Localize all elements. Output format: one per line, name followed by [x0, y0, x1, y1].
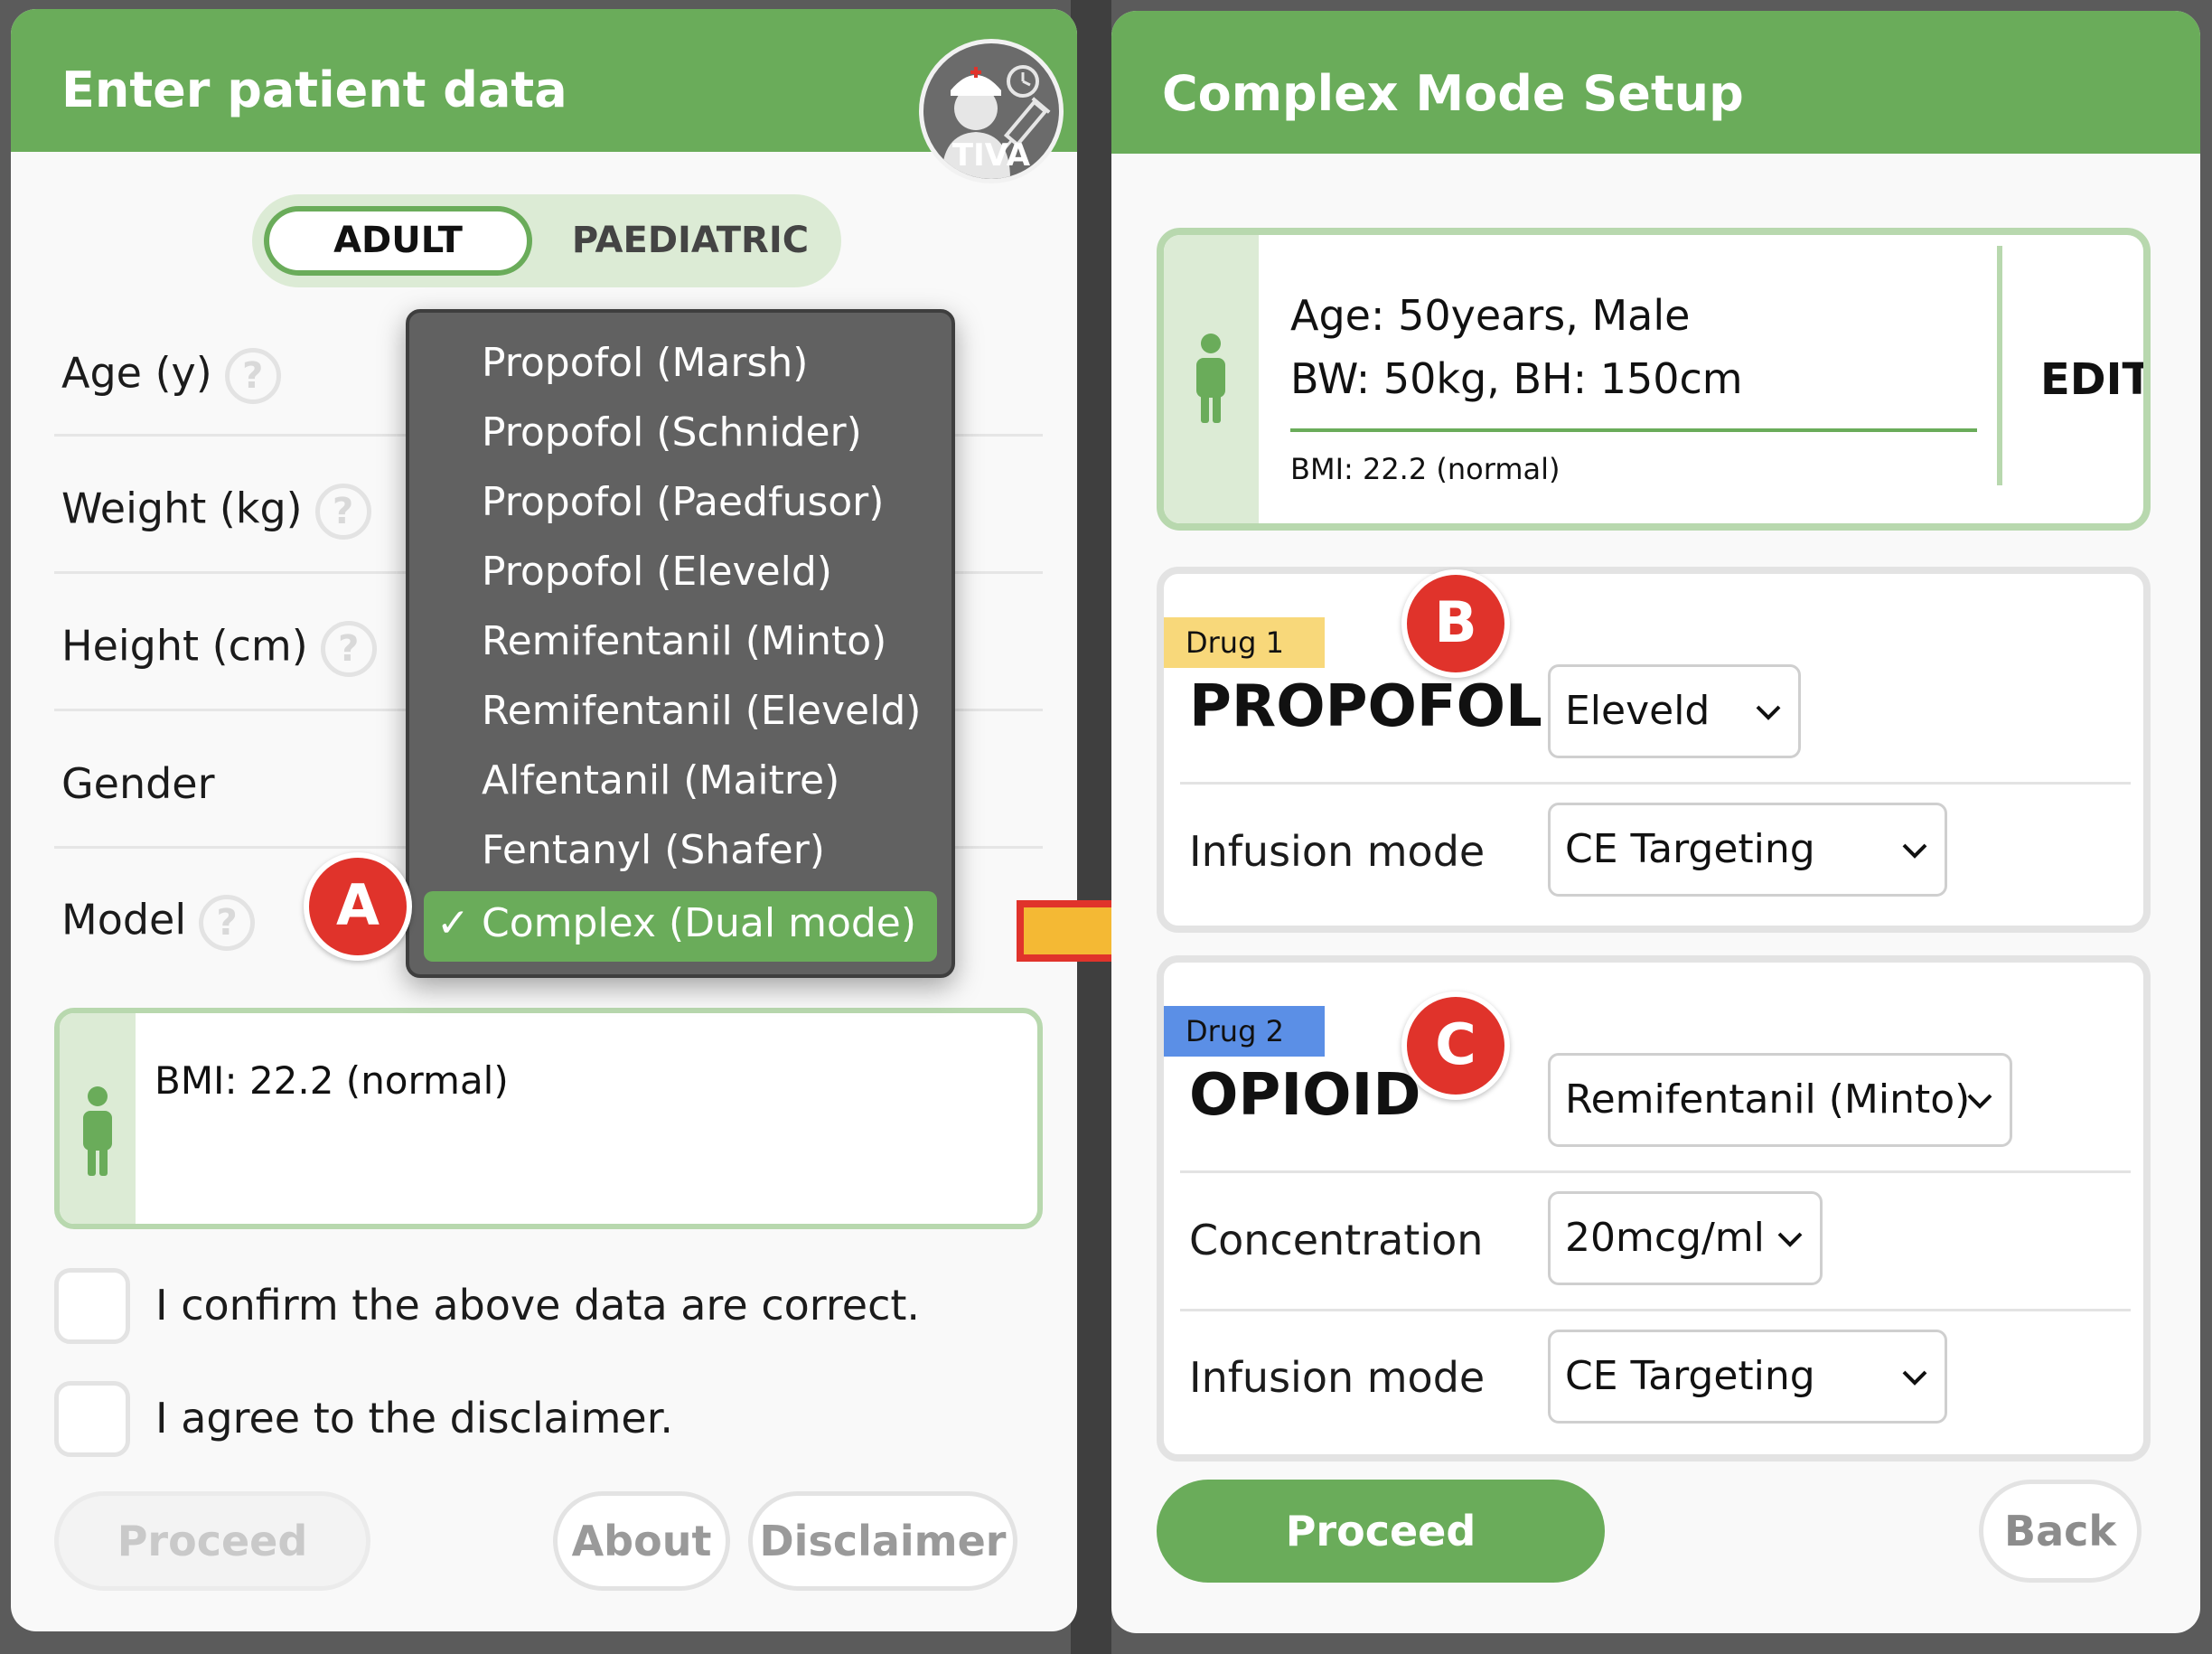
back-button[interactable]: Back — [1979, 1480, 2142, 1583]
drug2-model-value: Remifentanil (Minto) — [1565, 1076, 1971, 1123]
dropdown-option[interactable]: Propofol (Marsh) — [482, 340, 808, 386]
model-field-row: Model? — [61, 895, 256, 951]
disclaimer-checkbox[interactable] — [54, 1381, 130, 1457]
proceed-button[interactable]: Proceed — [1157, 1480, 1605, 1583]
drug2-card: Drug 2 OPIOID Remifentanil (Minto) Conce… — [1157, 955, 2151, 1461]
drug2-tag: Drug 2 — [1164, 1006, 1325, 1057]
drug1-infusion-select[interactable]: CE Targeting — [1548, 803, 1947, 897]
confirm-checkbox[interactable] — [54, 1268, 130, 1344]
chevron-down-icon — [1756, 705, 1781, 720]
drug2-concentration-value: 20mcg/ml — [1565, 1215, 1765, 1261]
annotation-badge-c: C — [1401, 991, 1510, 1100]
panel-header: Enter patient data — [11, 9, 1077, 152]
page-title: Complex Mode Setup — [1162, 65, 1744, 122]
tiva-logo: TIVA — [919, 39, 1064, 183]
drug1-infusion-value: CE Targeting — [1565, 826, 1815, 872]
chevron-down-icon — [1902, 843, 1927, 859]
drug1-card: Drug 1 PROPOFOL Eleveld Infusion mode CE… — [1157, 567, 2151, 933]
patient-summary-card: Age: 50years, Male BW: 50kg, BH: 150cm B… — [1157, 228, 2151, 531]
disclaimer-agree-label: I agree to the disclaimer. — [155, 1394, 674, 1443]
person-icon — [1196, 334, 1225, 423]
dropdown-option[interactable]: Propofol (Paedfusor) — [482, 479, 884, 525]
model-help-icon[interactable]: ? — [199, 895, 256, 951]
adult-toggle-button[interactable]: ADULT — [264, 206, 532, 276]
height-label: Height (cm) — [61, 621, 308, 671]
age-group-toggle: ADULT PAEDIATRIC — [252, 194, 841, 287]
dropdown-option[interactable]: Propofol (Eleveld) — [482, 549, 832, 595]
dropdown-option[interactable]: Remifentanil (Eleveld) — [482, 688, 921, 734]
weight-field-row: Weight (kg)? — [61, 484, 371, 540]
drug1-tag: Drug 1 — [1164, 617, 1325, 668]
drug2-concentration-select[interactable]: 20mcg/ml — [1548, 1191, 1823, 1285]
drug1-model-value: Eleveld — [1565, 688, 1711, 734]
dropdown-option[interactable]: Remifentanil (Minto) — [482, 618, 886, 664]
dropdown-option[interactable]: Alfentanil (Maitre) — [482, 757, 839, 804]
model-dropdown-menu: Propofol (Marsh) Propofol (Schnider) Pro… — [406, 309, 955, 978]
summary-divider — [1290, 428, 1977, 432]
dropdown-option[interactable]: Fentanyl (Shafer) — [482, 827, 825, 873]
drug2-infusion-select[interactable]: CE Targeting — [1548, 1330, 1947, 1424]
selected-option-label: Complex (Dual mode) — [482, 900, 917, 946]
bmi-value: BMI: 22.2 (normal) — [155, 1058, 509, 1103]
age-help-icon[interactable]: ? — [224, 348, 281, 404]
confirm-label: I confirm the above data are correct. — [155, 1281, 921, 1330]
summary-separator — [1997, 246, 2002, 485]
divider — [1180, 1170, 2131, 1173]
disclaimer-button[interactable]: Disclaimer — [748, 1491, 1017, 1591]
about-button[interactable]: About — [553, 1491, 730, 1591]
edit-button[interactable]: EDIT — [2040, 354, 2143, 405]
proceed-button-disabled[interactable]: Proceed — [54, 1491, 370, 1591]
drug2-name: OPIOID — [1189, 1062, 1421, 1129]
height-help-icon[interactable]: ? — [320, 621, 377, 677]
annotation-badge-b: B — [1401, 569, 1510, 678]
annotation-badge-a: A — [304, 852, 412, 961]
patient-weight-height: BW: 50kg, BH: 150cm — [1290, 354, 1743, 403]
gender-label: Gender — [61, 759, 215, 808]
weight-label: Weight (kg) — [61, 484, 303, 533]
patient-age-gender: Age: 50years, Male — [1290, 291, 1691, 340]
paediatric-toggle-button[interactable]: PAEDIATRIC — [550, 194, 830, 287]
dropdown-option-selected[interactable]: ✓ Complex (Dual mode) — [424, 891, 937, 962]
checkmark-icon: ✓ — [436, 900, 470, 946]
panel-header: Complex Mode Setup — [1111, 11, 2200, 154]
drug2-infusion-label: Infusion mode — [1189, 1353, 1486, 1402]
person-icon — [83, 1086, 112, 1176]
divider — [1180, 782, 2131, 785]
chevron-down-icon — [1777, 1232, 1803, 1247]
patient-bmi: BMI: 22.2 (normal) — [1290, 452, 1561, 486]
drug2-concentration-label: Concentration — [1189, 1216, 1484, 1264]
weight-help-icon[interactable]: ? — [314, 484, 371, 540]
complex-mode-panel: Complex Mode Setup Age: 50years, Male BW… — [1111, 11, 2200, 1633]
drug2-infusion-value: CE Targeting — [1565, 1353, 1815, 1399]
dropdown-option[interactable]: Propofol (Schnider) — [482, 409, 862, 456]
drug1-model-select[interactable]: Eleveld — [1548, 664, 1801, 758]
age-field-row: Age (y)? — [61, 348, 281, 404]
page-title: Enter patient data — [61, 61, 567, 118]
logo-text: TIVA — [951, 137, 1031, 174]
model-label: Model — [61, 895, 187, 944]
age-label: Age (y) — [61, 348, 212, 398]
divider — [1180, 1309, 2131, 1311]
drug1-name: PROPOFOL — [1189, 673, 1542, 740]
chevron-down-icon — [1902, 1370, 1927, 1386]
patient-data-panel: Enter patient data TIVA ADULT PAEDIATRIC… — [11, 9, 1077, 1631]
bmi-box: BMI: 22.2 (normal) — [54, 1008, 1043, 1229]
drug2-model-select[interactable]: Remifentanil (Minto) — [1548, 1053, 2012, 1147]
height-field-row: Height (cm)? — [61, 621, 377, 677]
drug1-infusion-label: Infusion mode — [1189, 827, 1486, 876]
chevron-down-icon — [1967, 1094, 1992, 1109]
